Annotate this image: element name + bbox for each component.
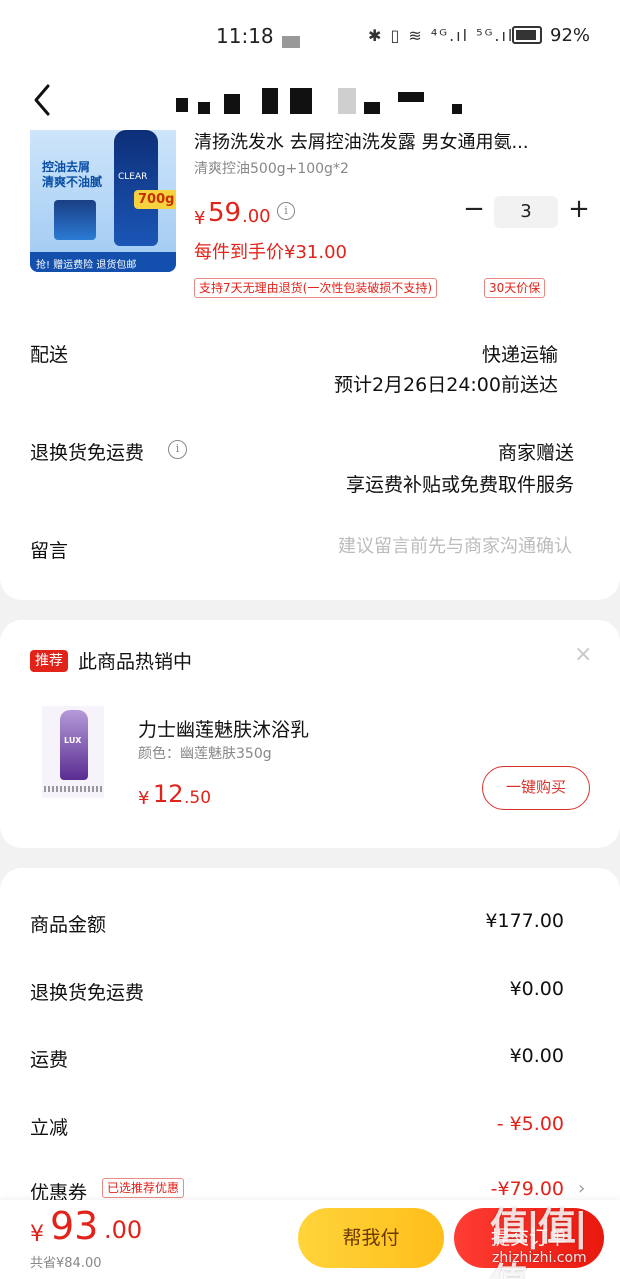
goods-amount-value: ¥177.00 <box>485 910 564 932</box>
note-input[interactable] <box>272 536 572 557</box>
discount-label: 立减 <box>30 1117 69 1139</box>
recommend-price-decimal: .50 <box>184 788 212 808</box>
delivery-method[interactable]: 快递运输 <box>482 340 558 367</box>
return-shipping-info-icon[interactable]: i <box>168 440 187 459</box>
site-watermark: 值|值|值 zhizhizhi.com <box>482 1196 620 1279</box>
return-policy-tag: 支持7天无理由退货(一次性包装破损不支持) <box>194 278 437 298</box>
battery-percent: 92% <box>550 25 591 46</box>
recommend-title: 此商品热销中 <box>78 651 193 673</box>
close-icon[interactable]: × <box>574 642 592 667</box>
quantity-input[interactable]: 3 <box>494 196 558 228</box>
page-title-obscured <box>176 88 466 116</box>
shipping-fee-label: 运费 <box>30 1049 69 1071</box>
back-arrow-icon[interactable] <box>30 82 60 118</box>
unit-price-label: 每件到手价¥31.00 <box>194 242 347 263</box>
recommend-product-spec: 颜色：幽莲魅肤350g <box>138 746 272 762</box>
price-guard-tag: 30天价保 <box>484 278 546 298</box>
total-integer: 93 <box>50 1204 99 1248</box>
price-decimal: .00 <box>242 206 271 227</box>
image-badge: 700g <box>134 190 176 209</box>
delivery-label: 配送 <box>30 344 69 366</box>
return-shipping-value: 商家赠送 <box>497 442 574 464</box>
price-currency: ¥ <box>194 208 206 229</box>
product-title[interactable]: 清扬洗发水 去屑控油洗发露 男女通用氨... <box>194 130 590 156</box>
total-currency: ¥ <box>30 1222 44 1247</box>
watermark-url: zhizhizhi.com <box>492 1250 587 1266</box>
image-fine-print <box>44 786 102 792</box>
battery-icon <box>512 26 542 44</box>
recommend-badge: 推荐 <box>30 650 68 672</box>
status-time: 11:18 <box>216 24 274 48</box>
order-item-card: 控油去屑 清爽不油腻 CLEAR 700g 抢! 赠运费险 退货包邮 清扬洗发水… <box>0 130 620 600</box>
recommend-product-image[interactable]: LUX <box>42 706 104 798</box>
total-saved: 共省¥84.00 <box>30 1256 102 1271</box>
price-info-icon[interactable]: i <box>277 202 295 220</box>
recommend-product-name[interactable]: 力士幽莲魅肤沐浴乳 <box>138 715 309 742</box>
shipping-fee-value: ¥0.00 <box>509 1045 564 1067</box>
recommend-image-brand: LUX <box>64 736 82 745</box>
total-decimal: .00 <box>104 1216 143 1244</box>
mini-bottles-graphic <box>54 200 96 240</box>
return-shipping-desc: 享运费补贴或免费取件服务 <box>345 474 574 496</box>
product-image[interactable]: 控油去屑 清爽不油腻 CLEAR 700g 抢! 赠运费险 退货包邮 <box>30 130 176 272</box>
product-spec[interactable]: 清爽控油500g+100g*2 <box>194 158 349 178</box>
status-notification-icon <box>282 36 300 48</box>
image-strip: 抢! 赠运费险 退货包邮 <box>30 252 176 272</box>
return-shipping-label: 退换货免运费 <box>30 442 145 464</box>
quantity-increase-button[interactable]: + <box>566 196 592 222</box>
quantity-decrease-button[interactable]: − <box>462 196 486 222</box>
discount-value: - ¥5.00 <box>496 1113 564 1135</box>
return-shipping-fee-value: ¥0.00 <box>509 978 564 1000</box>
image-brand: CLEAR <box>118 172 148 182</box>
shampoo-bottle-graphic <box>114 130 158 246</box>
recommend-price-integer: 12 <box>153 780 184 808</box>
body-wash-bottle-graphic <box>60 710 88 780</box>
return-shipping-fee-label: 退换货免运费 <box>30 982 145 1004</box>
status-bar: 11:18 ✱ ▯ ≋ ⁴ᴳ.ıl ⁵ᴳ.ıl 92% <box>0 0 620 72</box>
image-caption: 控油去屑 清爽不油腻 <box>42 160 103 189</box>
one-click-buy-button[interactable]: 一键购买 <box>482 766 590 810</box>
note-label: 留言 <box>30 540 69 562</box>
price-integer: 59 <box>208 198 242 228</box>
recommendation-card: 推荐 此商品热销中 × LUX 力士幽莲魅肤沐浴乳 颜色：幽莲魅肤350g ¥ … <box>0 620 620 848</box>
goods-amount-label: 商品金额 <box>30 914 107 936</box>
nav-bar <box>0 72 620 130</box>
recommend-price-currency: ¥ <box>138 788 150 809</box>
delivery-eta: 预计2月26日24:00前送达 <box>333 374 558 396</box>
watermark-logo: 值|值|值 <box>490 1205 588 1279</box>
coupon-selected-tag: 已选推荐优惠 <box>102 1178 185 1198</box>
status-signal-icons: ✱ ▯ ≋ ⁴ᴳ.ıl ⁵ᴳ.ıl <box>368 26 515 45</box>
help-me-pay-button[interactable]: 帮我付 <box>298 1208 444 1268</box>
